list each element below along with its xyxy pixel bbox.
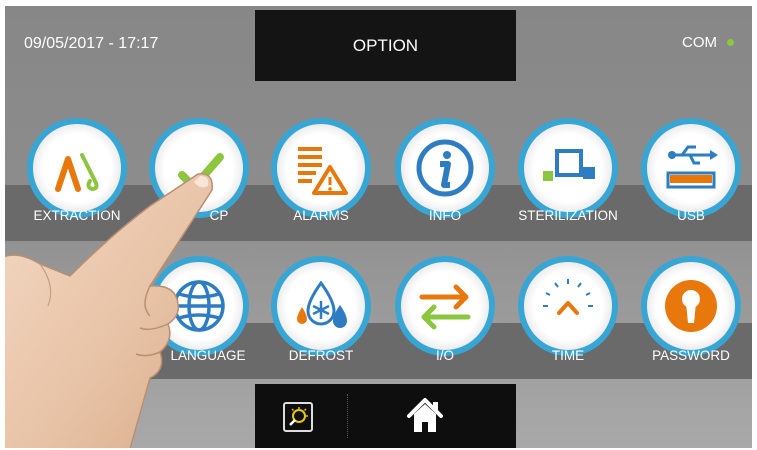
clock-icon	[518, 256, 618, 356]
time-button[interactable]: TIME	[508, 256, 628, 376]
alarms-label: ALARMS	[293, 208, 349, 223]
home-icon	[407, 398, 443, 432]
date-time: 09/05/2017 - 17:17	[24, 35, 159, 52]
usb-button[interactable]: USB	[631, 118, 751, 238]
touch-screen: 09/05/2017 - 17:17 OPTION COM EXTRACTION…	[5, 6, 752, 448]
cleaning-icon	[289, 407, 308, 426]
status-dot-icon	[727, 39, 734, 46]
info-icon	[395, 118, 495, 218]
com-status: COM	[682, 34, 734, 51]
usb-icon	[641, 118, 741, 218]
defrost-label: DEFROST	[288, 348, 354, 363]
sterilization-icon	[518, 118, 618, 218]
sterilization-button[interactable]: STERILIZATION	[508, 118, 628, 238]
alarms-icon	[271, 118, 371, 218]
io-arrows-icon	[395, 256, 495, 356]
divider	[347, 394, 349, 438]
info-button[interactable]: INFO	[385, 118, 505, 238]
bottom-nav	[255, 384, 516, 448]
page-title-text: OPTION	[352, 35, 419, 55]
io-button[interactable]: I/O	[385, 256, 505, 376]
usb-label: USB	[677, 208, 705, 223]
time-label: TIME	[551, 348, 585, 363]
home-button[interactable]	[403, 394, 447, 438]
defrost-button[interactable]: DEFROST	[261, 256, 381, 376]
cleaning-button[interactable]	[283, 402, 313, 432]
sterilization-label: STERILIZATION	[518, 208, 618, 223]
com-status-label: COM	[682, 34, 717, 51]
pointing-hand-image	[5, 173, 213, 448]
io-label: I/O	[435, 348, 454, 363]
defrost-icon	[271, 256, 371, 356]
keyhole-icon	[641, 256, 741, 356]
password-button[interactable]: PASSWORD	[631, 256, 751, 376]
alarms-button[interactable]: ALARMS	[261, 118, 381, 238]
page-title: OPTION	[255, 10, 516, 81]
password-label: PASSWORD	[652, 348, 730, 363]
info-label: INFO	[428, 208, 462, 223]
